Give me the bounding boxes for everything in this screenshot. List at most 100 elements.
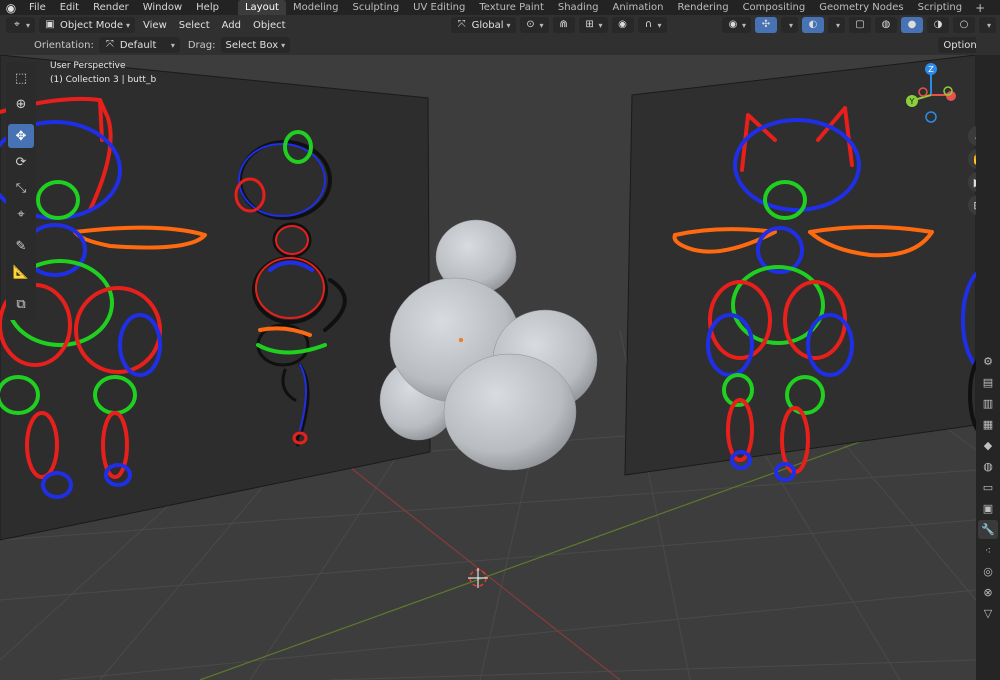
3d-viewport[interactable]: User Perspective (1) Collection 3 | butt… (0, 55, 976, 680)
mode-label: Object Mode (60, 19, 124, 31)
tab-sculpting[interactable]: Sculpting (345, 0, 406, 15)
rotate-tool[interactable]: ⟳ (8, 150, 34, 174)
scale-icon: ⤡ (15, 180, 27, 196)
cursor-icon: ⊕ (15, 96, 27, 112)
wireframe-sphere-icon: ◍ (881, 19, 891, 30)
gizmo-y-label: Y (909, 97, 915, 106)
chevron-down-icon: ▾ (281, 40, 286, 50)
printer-icon: ▥ (982, 397, 994, 410)
blender-logo-icon[interactable]: ◉ (0, 1, 22, 15)
shading-solid-button[interactable]: ● (900, 17, 923, 33)
shading-rendered-button[interactable]: ○ (952, 17, 975, 33)
overlays-toggle[interactable]: ◐ (801, 17, 824, 33)
select-box-tool[interactable]: ⬚ (8, 66, 34, 90)
drag-label: Drag: (187, 39, 216, 51)
navigation-gizmo[interactable]: Z Y (896, 60, 966, 130)
object-properties-tab[interactable]: ▣ (978, 499, 998, 518)
gizmo-toggle[interactable]: ✣ (754, 17, 777, 33)
tab-geometry-nodes[interactable]: Geometry Nodes (812, 0, 910, 15)
measure-tool[interactable]: 📐 (8, 260, 34, 284)
menu-edit[interactable]: Edit (53, 0, 86, 15)
tab-animation[interactable]: Animation (606, 0, 671, 15)
data-properties-tab[interactable]: ▽ (978, 604, 998, 623)
modifier-properties-tab[interactable]: 🔧 (978, 520, 998, 539)
global-axis-icon: ⤧ (457, 19, 466, 30)
particles-properties-tab[interactable]: ⁖ (978, 541, 998, 560)
view-layer-properties-tab[interactable]: ▦ (978, 415, 998, 434)
world-properties-tab[interactable]: ◍ (978, 457, 998, 476)
menu-window[interactable]: Window (136, 0, 189, 15)
menu-object[interactable]: Object (248, 17, 291, 33)
constraints-properties-tab[interactable]: ⊗ (978, 583, 998, 602)
properties-tab-strip: ⚙ ▤ ▥ ▦ ◆ ◍ ▭ ▣ 🔧 ⁖ ◎ ⊗ ▽ (976, 55, 1000, 680)
shading-wireframe-button[interactable]: ◍ (874, 17, 897, 33)
chevron-down-icon: ▾ (506, 20, 511, 30)
add-workspace-button[interactable]: + (969, 1, 991, 15)
collection-properties-tab[interactable]: ▭ (978, 478, 998, 497)
chevron-down-icon: ▾ (741, 20, 746, 30)
tab-compositing[interactable]: Compositing (736, 0, 813, 15)
menu-help[interactable]: Help (189, 0, 226, 15)
output-properties-tab[interactable]: ▥ (978, 394, 998, 413)
view-name: User Perspective (50, 61, 126, 71)
chevron-down-icon: ▾ (986, 20, 991, 30)
tab-texture-paint[interactable]: Texture Paint (472, 0, 551, 15)
object-mode-icon: ▣ (45, 19, 55, 30)
tab-scripting[interactable]: Scripting (911, 0, 969, 15)
annotate-tool[interactable]: ✎ (8, 234, 34, 258)
snap-increment-icon: ⊞ (585, 19, 594, 30)
gizmo-neg-z-axis[interactable] (925, 111, 937, 123)
snap-target-dropdown[interactable]: ⊞ ▾ (578, 17, 608, 33)
viewport-scene[interactable] (0, 55, 976, 680)
tab-rendering[interactable]: Rendering (670, 0, 735, 15)
scale-tool[interactable]: ⤡ (8, 176, 34, 200)
orientation-dropdown[interactable]: ⤧ Default ▾ (98, 37, 180, 53)
tab-modeling[interactable]: Modeling (286, 0, 346, 15)
tab-layout[interactable]: Layout (237, 0, 286, 15)
transform-orientation-dropdown[interactable]: ⤧ Global ▾ (450, 17, 516, 33)
ruler-icon: 📐 (12, 264, 30, 280)
cursor-tool[interactable]: ⊕ (8, 92, 34, 116)
mesh-data-icon: ▽ (983, 607, 993, 620)
scene-icon: ◆ (983, 439, 993, 452)
pivot-point-dropdown[interactable]: ⊙ ▾ (519, 17, 549, 33)
tool-properties-tab[interactable]: ⚙ (978, 352, 998, 371)
physics-properties-tab[interactable]: ◎ (978, 562, 998, 581)
menu-file[interactable]: File (22, 0, 53, 15)
menu-render[interactable]: Render (86, 0, 136, 15)
proportional-edit-icon: ◉ (618, 19, 627, 30)
proportional-falloff-dropdown[interactable]: ∩ ▾ (637, 17, 667, 33)
eye-icon: ◉ (728, 19, 738, 30)
snap-toggle[interactable]: ⋒ (552, 17, 575, 33)
gizmo-neg-x-axis[interactable] (918, 87, 928, 97)
overlays-icon: ◐ (808, 19, 818, 30)
active-object-label: (1) Collection 3 | butt_b (50, 75, 157, 85)
drag-dropdown[interactable]: Select Box ▾ (220, 37, 291, 53)
shading-material-button[interactable]: ◑ (926, 17, 949, 33)
menu-view[interactable]: View (138, 17, 172, 33)
menu-add[interactable]: Add (217, 17, 246, 33)
mode-dropdown[interactable]: ▣ Object Mode ▾ (39, 17, 136, 33)
physics-icon: ◎ (983, 565, 993, 578)
visibility-dropdown[interactable]: ◉ ▾ (721, 17, 751, 33)
rotate-icon: ⟳ (15, 154, 27, 170)
xray-toggle[interactable]: ▢ (848, 17, 871, 33)
gizmo-dropdown[interactable]: ▾ (780, 17, 798, 33)
add-cube-tool[interactable]: ⧉ (8, 292, 34, 316)
tab-uv-editing[interactable]: UV Editing (406, 0, 472, 15)
magnet-icon: ⋒ (559, 19, 568, 30)
move-tool[interactable]: ✥ (8, 124, 34, 148)
overlays-dropdown[interactable]: ▾ (827, 17, 845, 33)
tab-shading[interactable]: Shading (551, 0, 606, 15)
render-properties-tab[interactable]: ▤ (978, 373, 998, 392)
falloff-curve-icon: ∩ (644, 19, 653, 30)
shading-dropdown[interactable]: ▾ (978, 17, 996, 33)
scene-properties-tab[interactable]: ◆ (978, 436, 998, 455)
menu-select[interactable]: Select (174, 17, 215, 33)
transform-tool[interactable]: ⌖ (8, 202, 34, 226)
proportional-edit-toggle[interactable]: ◉ (611, 17, 634, 33)
world-icon: ◍ (983, 460, 993, 473)
chevron-down-icon: ▾ (126, 20, 131, 30)
editor-type-button[interactable]: ⌖ ▾ (6, 17, 36, 33)
chevron-down-icon: ▾ (598, 20, 603, 30)
